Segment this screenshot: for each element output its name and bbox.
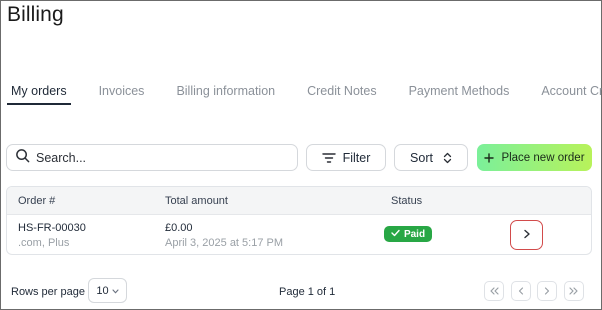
filter-button[interactable]: Filter bbox=[306, 144, 386, 171]
status-badge: Paid bbox=[384, 226, 432, 242]
tab-billing-information[interactable]: Billing information bbox=[172, 84, 279, 105]
tab-credit-notes[interactable]: Credit Notes bbox=[303, 84, 380, 105]
header-order-number: Order # bbox=[18, 195, 56, 207]
rows-per-page-value: 10 bbox=[96, 284, 109, 297]
tab-payment-methods[interactable]: Payment Methods bbox=[405, 84, 514, 105]
page-title: Billing bbox=[7, 3, 64, 26]
tab-account-credit[interactable]: Account Credit bbox=[537, 84, 602, 105]
open-order-button[interactable] bbox=[510, 220, 543, 250]
chevrons-left-icon bbox=[489, 282, 499, 300]
chevron-left-icon bbox=[518, 282, 524, 300]
billing-tabs: My orders Invoices Billing information C… bbox=[7, 84, 602, 105]
chevron-right-icon bbox=[523, 226, 531, 244]
next-page-button[interactable] bbox=[537, 281, 557, 301]
order-number: HS-FR-00030 bbox=[18, 222, 86, 234]
order-detail: .com, Plus bbox=[18, 237, 70, 249]
sort-button[interactable]: Sort bbox=[394, 144, 468, 171]
filter-lines-icon bbox=[321, 152, 336, 164]
order-total: £0.00 bbox=[165, 222, 193, 234]
table-header: Order # Total amount Status bbox=[7, 187, 591, 215]
tab-invoices[interactable]: Invoices bbox=[95, 84, 149, 105]
search-box[interactable] bbox=[6, 144, 298, 171]
place-new-order-label: Place new order bbox=[501, 151, 585, 164]
rows-per-page-select[interactable]: 10 bbox=[88, 278, 127, 303]
header-status: Status bbox=[391, 195, 423, 207]
sort-label: Sort bbox=[410, 150, 433, 165]
status-label: Paid bbox=[403, 228, 426, 240]
page-info: Page 1 of 1 bbox=[279, 286, 336, 298]
search-input[interactable] bbox=[36, 150, 276, 165]
order-date: April 3, 2025 at 5:17 PM bbox=[165, 237, 284, 249]
place-new-order-button[interactable]: Place new order bbox=[477, 144, 592, 171]
filter-label: Filter bbox=[342, 150, 371, 165]
chevrons-right-icon bbox=[569, 282, 579, 300]
tab-my-orders[interactable]: My orders bbox=[7, 84, 71, 105]
plus-icon bbox=[484, 152, 495, 163]
header-total-amount: Total amount bbox=[165, 195, 228, 207]
last-page-button[interactable] bbox=[564, 281, 584, 301]
rows-per-page-label: Rows per page bbox=[11, 286, 85, 298]
check-icon bbox=[391, 229, 404, 240]
chevron-down-icon bbox=[109, 285, 119, 297]
first-page-button[interactable] bbox=[484, 281, 504, 301]
search-icon bbox=[15, 148, 30, 168]
chevron-right-icon bbox=[544, 282, 550, 300]
chevron-up-down-icon bbox=[443, 152, 452, 164]
orders-table: Order # Total amount Status HS-FR-00030 … bbox=[6, 186, 592, 255]
previous-page-button[interactable] bbox=[511, 281, 531, 301]
